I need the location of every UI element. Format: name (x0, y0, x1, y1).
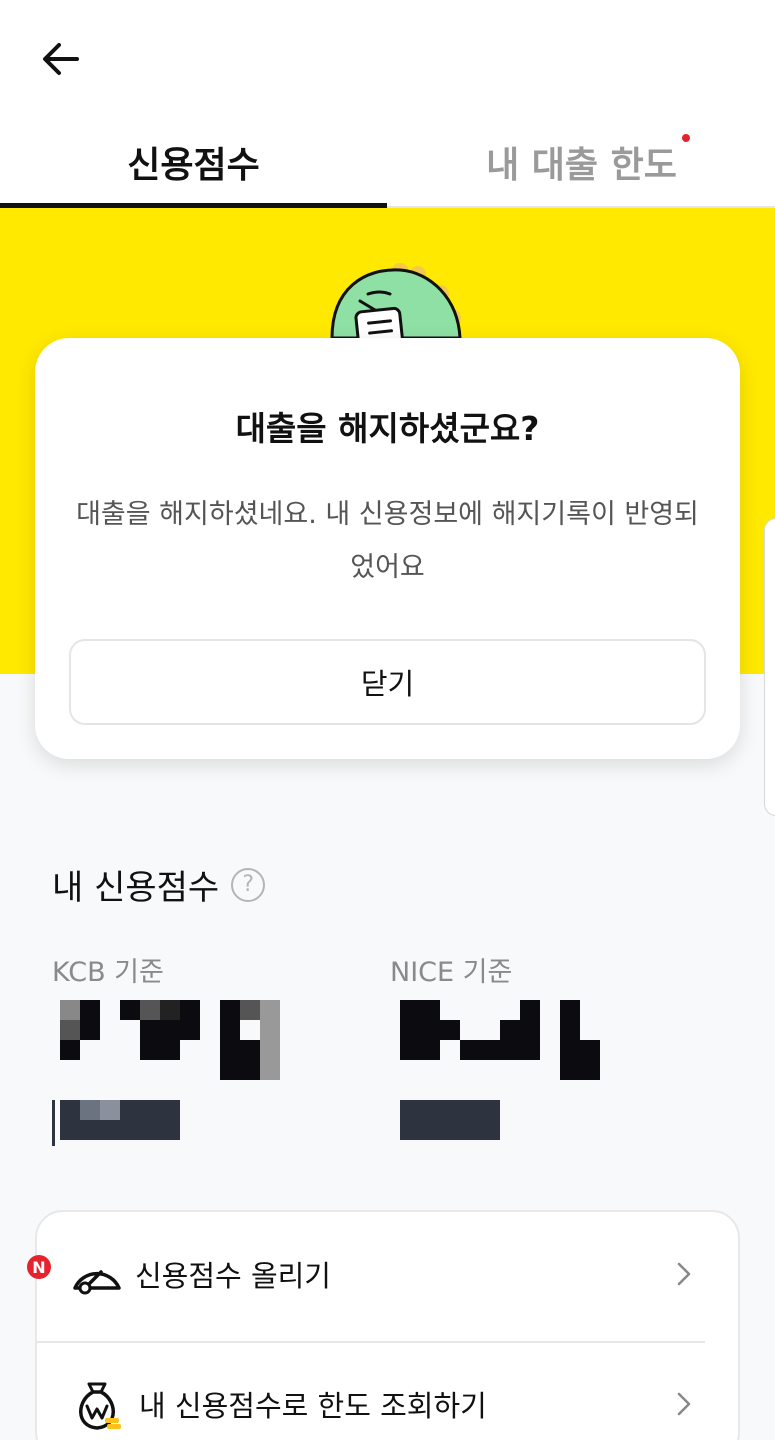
menu-card: 신용점수 올리기 내 신용점수로 한도 조회하기 (35, 1210, 740, 1440)
menu-item-label: 내 신용점수로 한도 조회하기 (139, 1389, 487, 1423)
money-bag-icon (79, 1382, 121, 1430)
menu-divider (35, 1341, 705, 1343)
nice-score-redacted (400, 1000, 600, 1080)
speedometer-icon (73, 1270, 121, 1295)
menu-item-label: 신용점수 올리기 (135, 1259, 331, 1293)
nice-subtext-redacted (400, 1100, 500, 1140)
section-title: 내 신용점수 (52, 868, 220, 908)
help-icon[interactable]: ? (231, 867, 266, 902)
tab-credit-score[interactable]: 신용점수 (0, 115, 387, 208)
kcb-subtext-redacted (52, 1100, 180, 1146)
menu-item-raise-credit-score[interactable]: 신용점수 올리기 (37, 1214, 738, 1334)
kcb-label: KCB 기준 (52, 957, 164, 988)
peek-card (764, 518, 775, 816)
tab-bar: 신용점수 내 대출 한도 (0, 115, 775, 208)
credit-score-section: 내 신용점수 ? (52, 860, 266, 909)
loan-cancelled-dialog: 대출을 해지하셨군요? 대출을 해지하셨네요. 내 신용정보에 해지기록이 반영… (35, 338, 740, 759)
new-indicator-dot (682, 134, 690, 142)
chevron-right-icon (677, 1262, 691, 1286)
menu-item-check-loan-limit[interactable]: 내 신용점수로 한도 조회하기 (37, 1344, 738, 1440)
chevron-right-icon (677, 1392, 691, 1416)
kcb-score-redacted (60, 1000, 280, 1080)
new-badge: N (27, 1255, 51, 1279)
close-button[interactable]: 닫기 (69, 639, 706, 725)
arrow-left-icon (43, 43, 79, 75)
top-bar (0, 0, 775, 115)
dialog-title: 대출을 해지하셨군요? (235, 409, 540, 448)
dialog-description: 대출을 해지하셨네요. 내 신용정보에 해지기록이 반영되었어요 (76, 499, 699, 583)
back-button[interactable] (38, 36, 84, 82)
nice-label: NICE 기준 (390, 957, 513, 988)
tab-loan-limit[interactable]: 내 대출 한도 (388, 115, 775, 208)
